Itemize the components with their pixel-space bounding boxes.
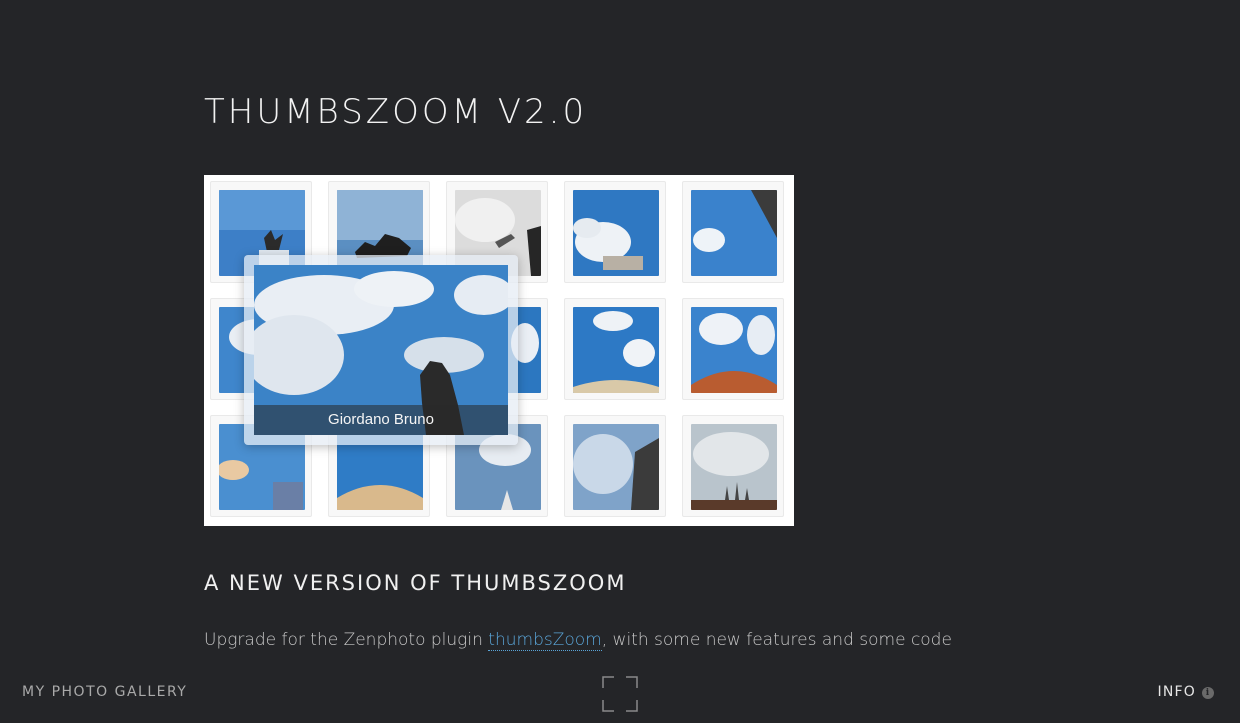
intro-paragraph: Upgrade for the Zenphoto plugin thumbsZo…: [204, 626, 964, 655]
intro-text-continued: , with some new features and some code: [601, 630, 952, 650]
thumbnail-photo: [573, 424, 659, 510]
footer-bar: MY PHOTO GALLERY INFO i: [0, 664, 1240, 723]
thumbnail-photo: [691, 307, 777, 393]
info-button[interactable]: INFO i: [1158, 684, 1214, 700]
thumbnail-photo: [573, 190, 659, 276]
intro-text: Upgrade for the Zenphoto plugin: [204, 630, 489, 650]
zoom-caption: Giordano Bruno: [254, 405, 508, 435]
thumbnail: [564, 298, 666, 400]
section-heading: A NEW VERSION OF THUMBSZOOM: [204, 571, 627, 595]
fullscreen-button[interactable]: [602, 676, 638, 712]
info-circle-icon: i: [1202, 687, 1214, 699]
zoomed-photo: Giordano Bruno: [254, 265, 508, 435]
thumbnail: [682, 181, 784, 283]
thumbnail: [564, 181, 666, 283]
fullscreen-icon: [602, 676, 638, 712]
thumbszoom-link[interactable]: thumbsZoom: [488, 630, 602, 651]
thumbnail: [682, 298, 784, 400]
thumbszoom-demo-image: Giordano Bruno: [204, 175, 794, 526]
thumbnail-photo: [691, 424, 777, 510]
page: THUMBSZOOM V2.0 Giordano Bruno A NEW VER…: [0, 0, 1240, 723]
thumbnail-photo: [573, 307, 659, 393]
gallery-home-link[interactable]: MY PHOTO GALLERY: [22, 684, 187, 700]
thumbnail: [564, 415, 666, 517]
zoom-popup: Giordano Bruno: [244, 255, 518, 445]
thumbnail: [682, 415, 784, 517]
thumbnail-photo: [691, 190, 777, 276]
page-title: THUMBSZOOM V2.0: [204, 92, 588, 132]
info-label: INFO: [1157, 684, 1196, 700]
